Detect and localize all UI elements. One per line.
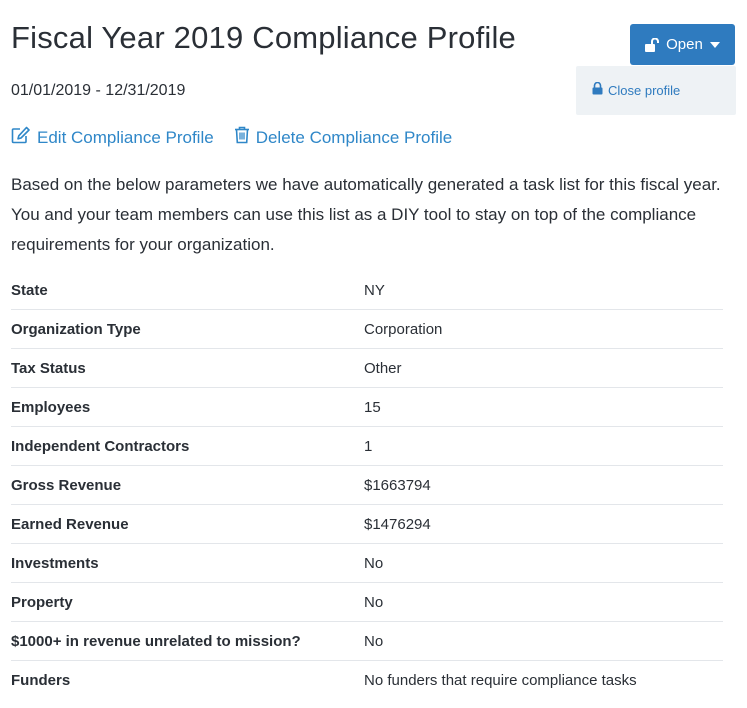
edit-profile-label: Edit Compliance Profile — [37, 127, 214, 147]
param-row-earned-revenue: Earned Revenue $1476294 — [11, 505, 723, 544]
param-value: NY — [364, 281, 385, 299]
page-title: Fiscal Year 2019 Compliance Profile — [11, 20, 516, 55]
param-value: Other — [364, 359, 402, 377]
unlock-icon — [644, 37, 660, 52]
profile-actions: Edit Compliance Profile Delete Complianc… — [11, 126, 452, 149]
param-label: Earned Revenue — [11, 515, 129, 533]
close-profile-label: Close profile — [608, 82, 681, 98]
lock-icon — [592, 81, 603, 98]
param-label: State — [11, 281, 48, 299]
param-label: Gross Revenue — [11, 476, 122, 494]
profile-status-button[interactable]: Open — [630, 24, 735, 65]
profile-status-label: Open — [666, 36, 703, 53]
param-value: 1 — [364, 437, 373, 455]
intro-paragraph: Based on the below parameters we have au… — [11, 175, 721, 254]
param-row-state: State NY — [11, 271, 723, 310]
param-row-funders: Funders No funders that require complian… — [11, 661, 723, 699]
parameters-list: State NY Organization Type Corporation T… — [11, 271, 723, 699]
edit-icon — [11, 126, 31, 149]
param-value: Corporation — [364, 320, 443, 338]
param-row-investments: Investments No — [11, 544, 723, 583]
caret-down-icon — [709, 41, 721, 49]
param-label: Property — [11, 593, 73, 611]
param-row-property: Property No — [11, 583, 723, 622]
param-row-independent-contractors: Independent Contractors 1 — [11, 427, 723, 466]
param-row-gross-revenue: Gross Revenue $1663794 — [11, 466, 723, 505]
status-dropdown-menu: Close profile — [576, 66, 736, 115]
param-row-employees: Employees 15 — [11, 388, 723, 427]
param-label: Funders — [11, 671, 71, 689]
edit-profile-link[interactable]: Edit Compliance Profile — [11, 126, 214, 149]
param-row-organization-type: Organization Type Corporation — [11, 310, 723, 349]
param-label: Employees — [11, 398, 91, 416]
param-value: No — [364, 593, 384, 611]
param-value: $1663794 — [364, 476, 431, 494]
delete-profile-label: Delete Compliance Profile — [255, 127, 453, 147]
param-label: Tax Status — [11, 359, 86, 377]
param-row-tax-status: Tax Status Other — [11, 349, 723, 388]
param-label: Investments — [11, 554, 99, 572]
param-label: $1000+ in revenue unrelated to mission? — [11, 632, 301, 650]
trash-icon — [234, 126, 250, 149]
param-label: Organization Type — [11, 320, 141, 338]
param-value: 15 — [364, 398, 381, 416]
close-profile-menu-item[interactable]: Close profile — [592, 81, 681, 98]
param-label: Independent Contractors — [11, 437, 190, 455]
fiscal-date-range: 01/01/2019 - 12/31/2019 — [11, 82, 186, 99]
param-value: No funders that require compliance tasks — [364, 671, 637, 689]
param-row-unrelated-revenue: $1000+ in revenue unrelated to mission? … — [11, 622, 723, 661]
param-value: No — [364, 554, 384, 572]
param-value: $1476294 — [364, 515, 431, 533]
delete-profile-link[interactable]: Delete Compliance Profile — [234, 126, 453, 149]
param-value: No — [364, 632, 384, 650]
